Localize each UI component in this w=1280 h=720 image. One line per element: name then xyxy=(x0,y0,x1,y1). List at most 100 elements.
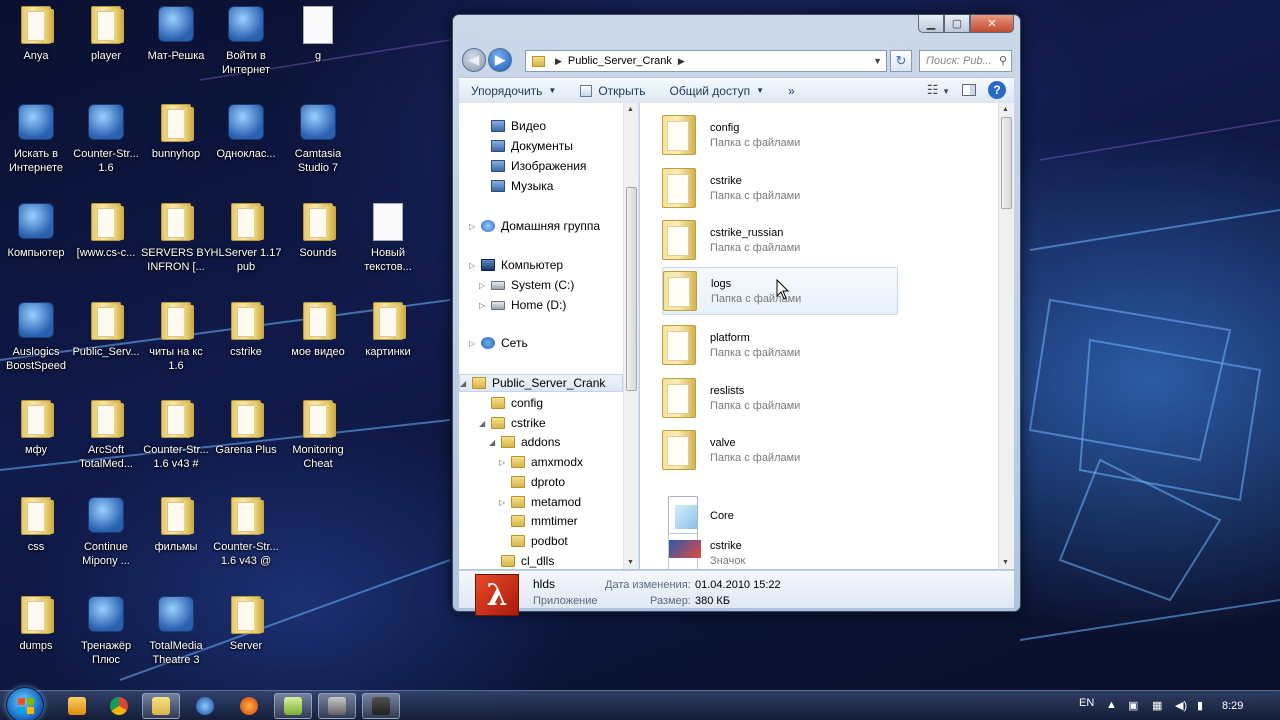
desktop-icon[interactable]: Компьютер xyxy=(0,203,72,260)
nav-item[interactable]: mmtimer xyxy=(499,512,578,530)
expand-arrow-icon[interactable]: ▷ xyxy=(469,261,479,270)
desktop-icon[interactable]: Monitoring Cheat xyxy=(282,400,354,471)
expand-arrow-icon[interactable]: ◢ xyxy=(489,438,499,447)
nav-item[interactable]: podbot xyxy=(499,532,568,550)
forward-button[interactable]: ▶ xyxy=(488,48,512,72)
desktop-icon[interactable]: Новый текстов... xyxy=(352,203,424,274)
taskbar-hlds[interactable] xyxy=(362,693,400,719)
file-item[interactable]: cstrike_russian Папка с файлами xyxy=(662,216,898,264)
desktop-icon[interactable]: Auslogics BoostSpeed xyxy=(0,302,72,373)
language-indicator[interactable]: EN xyxy=(1079,697,1094,709)
file-item[interactable]: cstrike Папка с файлами xyxy=(662,164,898,212)
taskbar-app-blue[interactable] xyxy=(186,693,224,719)
nav-item[interactable]: Видео xyxy=(479,117,546,135)
scroll-down-icon[interactable]: ▼ xyxy=(627,559,634,566)
desktop-icon[interactable]: Server xyxy=(210,596,282,653)
open-button[interactable]: Открыть xyxy=(568,84,657,98)
expand-arrow-icon[interactable]: ▷ xyxy=(469,222,479,231)
clock[interactable]: 8:29 xyxy=(1222,700,1243,712)
nav-item[interactable]: ▷ Home (D:) xyxy=(479,296,566,314)
nav-item[interactable]: ▷ Сеть xyxy=(469,334,528,352)
nav-scrollbar[interactable]: ▲ ▼ xyxy=(623,103,638,569)
breadcrumb-chevron-icon[interactable]: ▶ xyxy=(678,56,685,67)
file-item[interactable]: config Папка с файлами xyxy=(662,111,898,159)
expand-arrow-icon[interactable]: ▷ xyxy=(479,301,489,310)
nav-scroll-thumb[interactable] xyxy=(626,187,637,391)
desktop-icon[interactable]: [www.cs-c... xyxy=(70,203,142,260)
breadcrumb-chevron-icon[interactable]: ▶ xyxy=(555,56,562,67)
view-options-icon[interactable]: ☷ ▼ xyxy=(927,82,950,98)
tray-expand-icon[interactable]: ▲ xyxy=(1106,699,1117,711)
desktop-icon[interactable]: player xyxy=(70,6,142,63)
nav-item[interactable]: ◢ Public_Server_Crank xyxy=(459,374,623,392)
file-item[interactable]: cstrike Значок xyxy=(668,529,904,569)
nav-item[interactable]: ▷ System (C:) xyxy=(479,276,574,294)
file-item[interactable]: valve Папка с файлами xyxy=(662,426,898,474)
minimize-button[interactable]: ▁ xyxy=(918,15,944,33)
battery-icon[interactable]: ▮ xyxy=(1197,699,1203,712)
taskbar-media-player[interactable] xyxy=(58,693,96,719)
expand-arrow-icon[interactable]: ▷ xyxy=(499,498,509,507)
desktop-icon[interactable]: картинки xyxy=(352,302,424,359)
taskbar-app-tools[interactable] xyxy=(318,693,356,719)
tray-app-icon[interactable]: ▣ xyxy=(1128,699,1138,712)
share-button[interactable]: Общий доступ ▼ xyxy=(657,84,776,98)
maximize-button[interactable]: ▢ xyxy=(944,15,970,33)
desktop-icon[interactable]: SERVERS BY INFRON [... xyxy=(140,203,212,274)
more-commands-button[interactable]: » xyxy=(776,84,807,98)
breadcrumb-current[interactable]: Public_Server_Crank xyxy=(568,55,672,67)
desktop-icon[interactable]: читы на кс 1.6 xyxy=(140,302,212,373)
file-item[interactable]: reslists Папка с файлами xyxy=(662,374,898,422)
desktop-icon[interactable]: bunnyhop xyxy=(140,104,212,161)
desktop-icon[interactable]: Garena Plus xyxy=(210,400,282,457)
back-button[interactable]: ◀ xyxy=(462,48,486,72)
desktop-icon[interactable]: dumps xyxy=(0,596,72,653)
nav-item[interactable]: Музыка xyxy=(479,177,553,195)
network-tray-icon[interactable]: ▦ xyxy=(1152,699,1162,712)
desktop-icon[interactable]: мфу xyxy=(0,400,72,457)
desktop-icon[interactable]: Anya xyxy=(0,6,72,63)
volume-icon[interactable]: ◀) xyxy=(1175,699,1187,712)
nav-item[interactable]: ▷ Домашняя группа xyxy=(469,217,600,235)
desktop-icon[interactable]: Войти в Интернет xyxy=(210,6,282,77)
file-scrollbar[interactable]: ▲ ▼ xyxy=(998,103,1014,569)
desktop-icon[interactable]: ArcSoft TotalMed... xyxy=(70,400,142,471)
desktop-icon[interactable]: Camtasia Studio 7 xyxy=(282,104,354,175)
desktop-icon[interactable]: Counter-Str... 1.6 v43 # xyxy=(140,400,212,471)
file-item[interactable]: platform Папка с файлами xyxy=(662,321,898,369)
nav-item[interactable]: ▷ Компьютер xyxy=(469,256,563,274)
nav-item[interactable]: ▷ metamod xyxy=(499,493,581,511)
nav-item[interactable]: Документы xyxy=(479,137,573,155)
preview-pane-icon[interactable] xyxy=(962,84,976,96)
start-button[interactable] xyxy=(6,687,44,720)
desktop-icon[interactable]: HLServer 1.17 pub xyxy=(210,203,282,274)
desktop-icon[interactable]: cstrike xyxy=(210,302,282,359)
expand-arrow-icon[interactable]: ◢ xyxy=(479,419,489,428)
organize-button[interactable]: Упорядочить ▼ xyxy=(459,84,568,98)
desktop-icon[interactable]: TotalMedia Theatre 3 xyxy=(140,596,212,667)
help-icon[interactable]: ? xyxy=(988,81,1006,99)
desktop-icon[interactable]: Counter-Str... 1.6 xyxy=(70,104,142,175)
refresh-button[interactable]: ↻ xyxy=(890,50,912,72)
scroll-up-icon[interactable]: ▲ xyxy=(1002,106,1009,113)
file-scroll-thumb[interactable] xyxy=(1001,117,1012,209)
desktop-icon[interactable]: g xyxy=(282,6,354,63)
nav-item[interactable]: ◢ cstrike xyxy=(479,414,546,432)
scroll-down-icon[interactable]: ▼ xyxy=(1002,559,1009,566)
desktop-icon[interactable]: фильмы xyxy=(140,497,212,554)
address-dropdown-icon[interactable]: ▼ xyxy=(873,56,882,66)
nav-item[interactable]: cl_dlls xyxy=(489,552,554,569)
scroll-up-icon[interactable]: ▲ xyxy=(627,106,634,113)
desktop-icon[interactable]: Искать в Интернете xyxy=(0,104,72,175)
desktop-icon[interactable]: Counter-Str... 1.6 v43 @ xyxy=(210,497,282,568)
expand-arrow-icon[interactable]: ◢ xyxy=(460,379,470,388)
expand-arrow-icon[interactable]: ▷ xyxy=(479,281,489,290)
expand-arrow-icon[interactable]: ▷ xyxy=(469,339,479,348)
desktop-icon[interactable]: Мат-Решка xyxy=(140,6,212,63)
nav-item[interactable]: ▷ amxmodx xyxy=(499,453,583,471)
desktop-icon[interactable]: Continue Mipony ... xyxy=(70,497,142,568)
taskbar-chrome[interactable] xyxy=(100,693,138,719)
desktop-icon[interactable]: мое видео xyxy=(282,302,354,359)
taskbar-firefox[interactable] xyxy=(230,693,268,719)
desktop-icon[interactable]: Sounds xyxy=(282,203,354,260)
